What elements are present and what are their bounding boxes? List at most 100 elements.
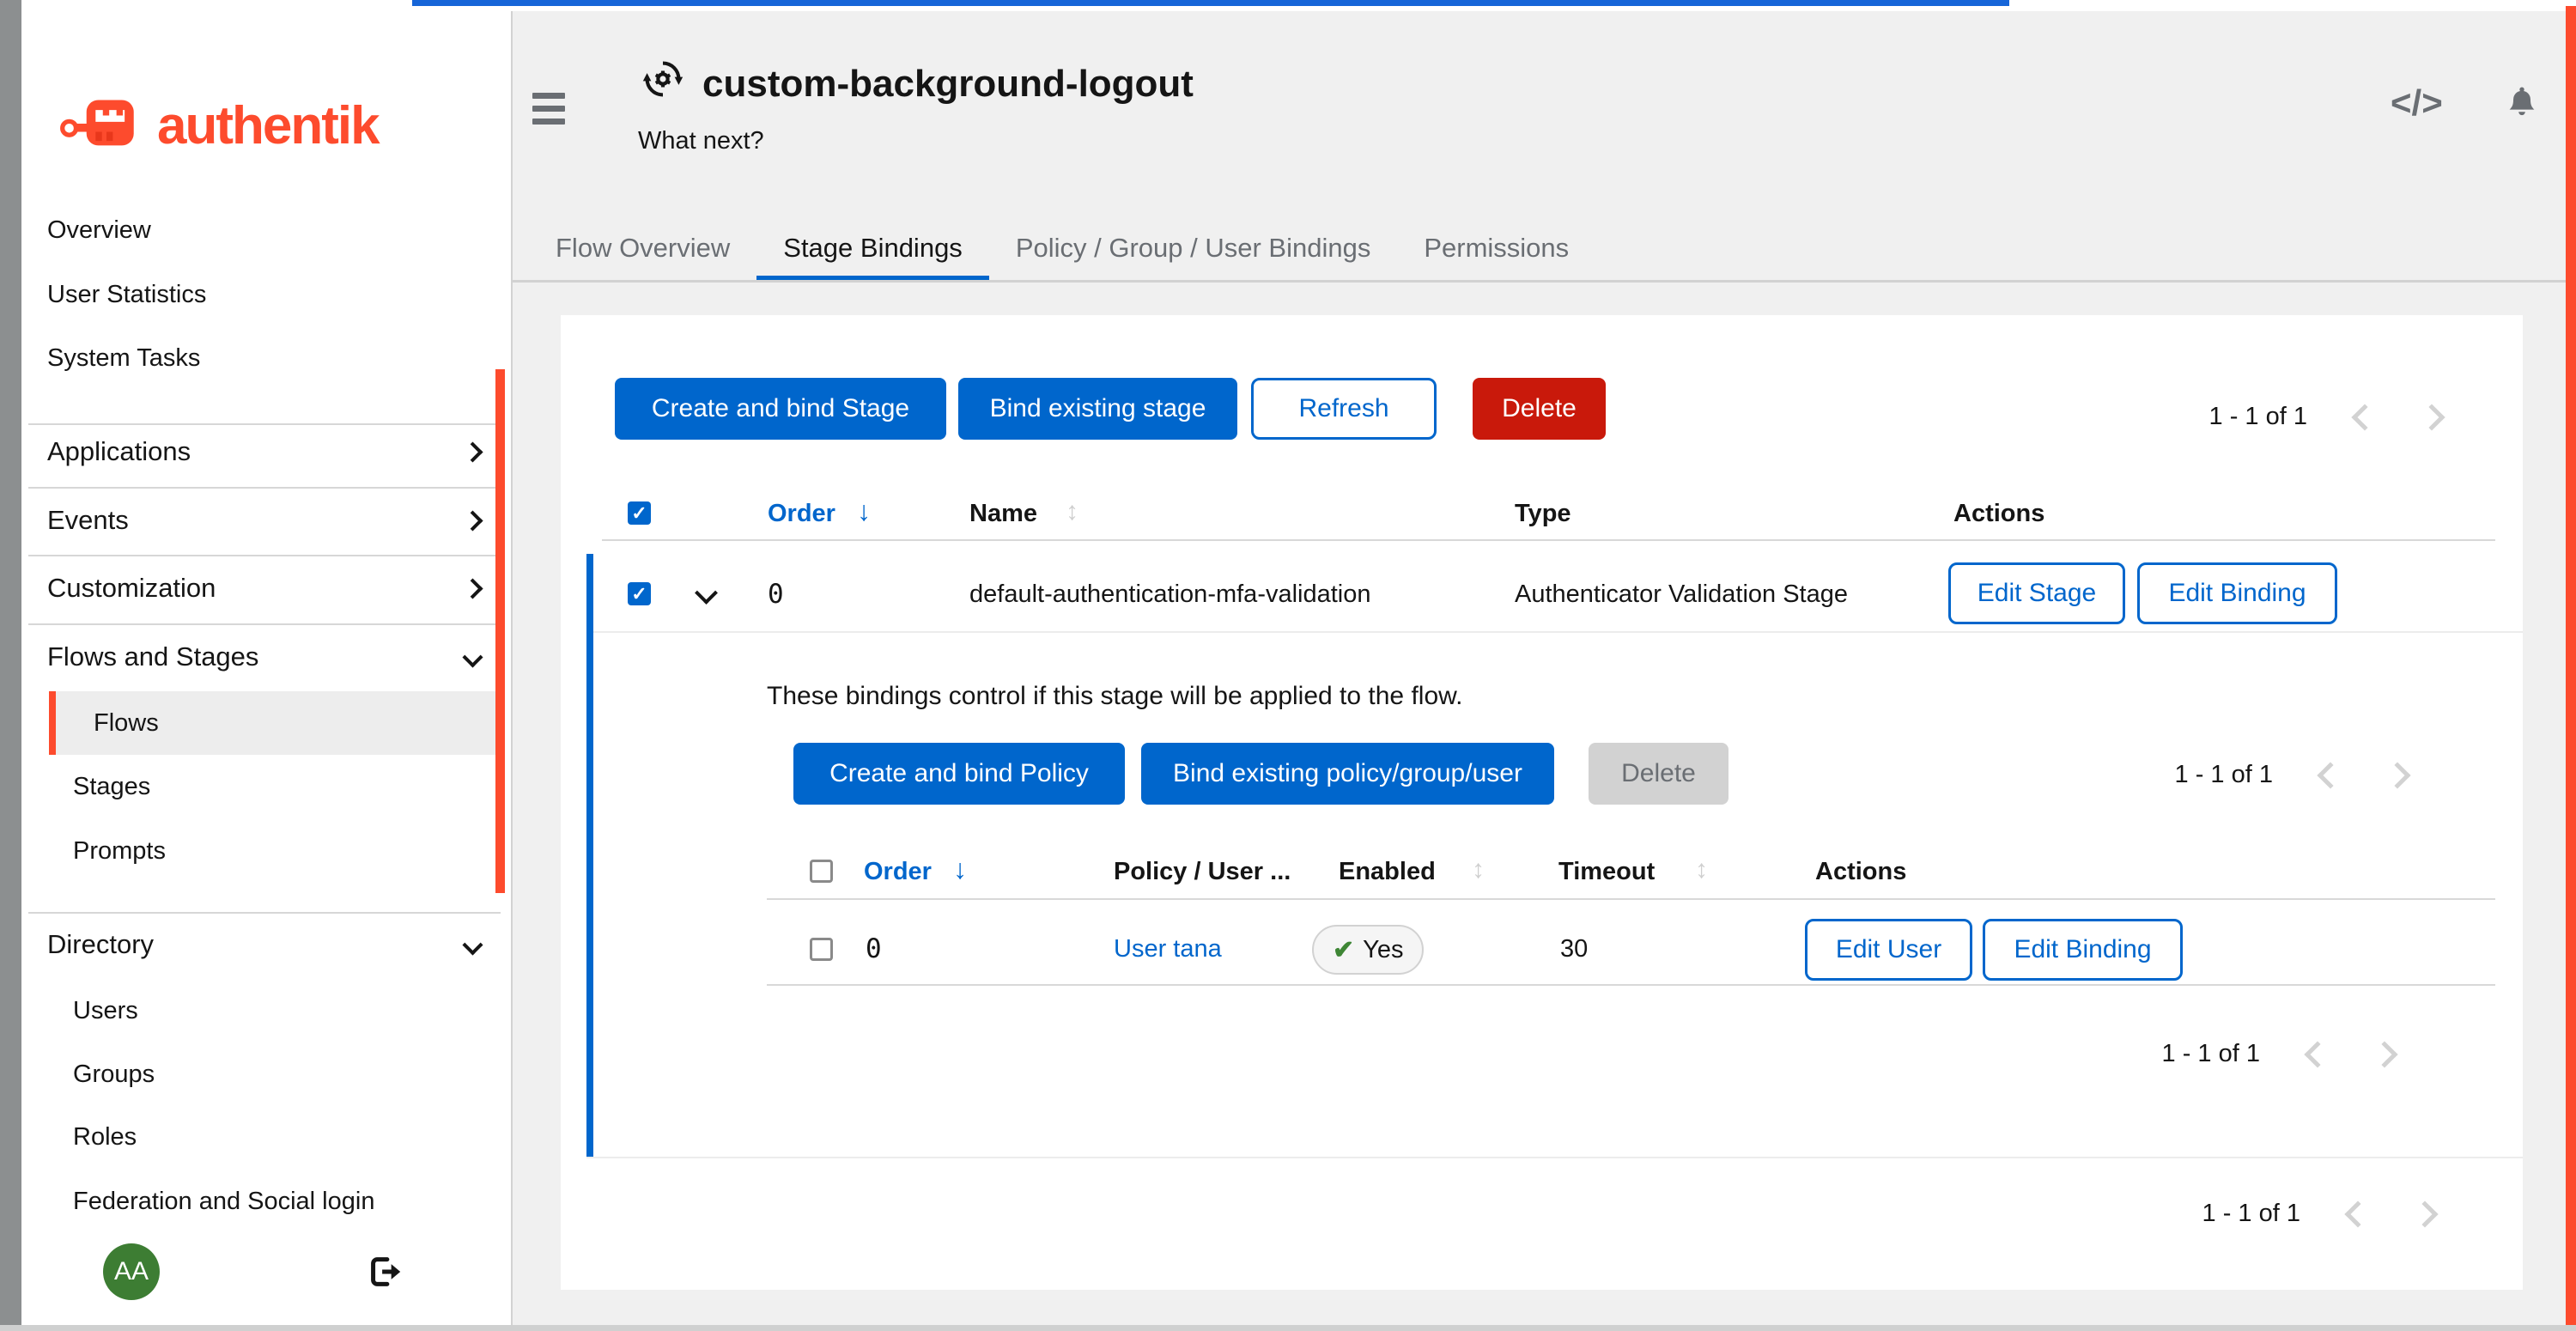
enabled-badge-label: Yes: [1363, 936, 1403, 964]
avatar[interactable]: AA: [103, 1243, 160, 1300]
sidebar-item-label: Flows: [94, 709, 159, 738]
bell-icon[interactable]: [2502, 80, 2542, 127]
cell-order: 0: [768, 579, 784, 610]
create-and-bind-policy-button[interactable]: Create and bind Policy: [793, 743, 1125, 805]
pagination-prev-icon[interactable]: [2317, 762, 2343, 788]
sidebar-group-label: Directory: [47, 929, 154, 960]
edit-binding-button[interactable]: Edit Binding: [2137, 562, 2337, 624]
pagination-label: 1 - 1 of 1: [2209, 403, 2307, 431]
authentik-logo-icon: [59, 90, 154, 161]
row-checkbox[interactable]: ✓: [628, 582, 651, 605]
sidebar-item-label: Federation and Social login: [73, 1188, 374, 1216]
pagination-nested-top: 1 - 1 of 1: [2175, 761, 2407, 789]
sidebar-group-applications[interactable]: Applications: [21, 417, 513, 486]
collapse-row-icon[interactable]: [695, 581, 718, 605]
pagination-next-icon[interactable]: [2418, 404, 2445, 430]
divider: [767, 898, 2495, 900]
sidebar-group-directory[interactable]: Directory: [21, 910, 513, 979]
sidebar-group-label: Applications: [47, 436, 191, 467]
sidebar-group-events[interactable]: Events: [21, 486, 513, 555]
sidebar-item-label: Overview: [47, 216, 151, 245]
sort-icon[interactable]: ↕: [1066, 497, 1078, 526]
pagination-label: 1 - 1 of 1: [2202, 1200, 2300, 1228]
sidebar-item-users[interactable]: Users: [21, 979, 513, 1042]
sidebar-item-groups[interactable]: Groups: [21, 1042, 513, 1106]
tab-permissions[interactable]: Permissions: [1397, 215, 1595, 282]
chevron-down-icon: [462, 934, 483, 955]
sort-icon[interactable]: ↕: [1472, 855, 1485, 884]
column-header-order[interactable]: Order: [864, 858, 932, 886]
edit-binding-button[interactable]: Edit Binding: [1983, 919, 2183, 981]
sidebar-item-flows[interactable]: Flows: [49, 691, 505, 755]
tab-stage-bindings[interactable]: Stage Bindings: [756, 215, 989, 282]
column-header-type: Type: [1515, 500, 1571, 528]
refresh-button[interactable]: Refresh: [1251, 378, 1437, 440]
pagination-next-icon[interactable]: [2411, 1200, 2438, 1227]
sidebar-group-flows-and-stages[interactable]: Flows and Stages: [21, 623, 513, 691]
stage-bindings-card: Create and bind Stage Bind existing stag…: [561, 315, 2523, 1290]
sort-icon[interactable]: ↕: [1695, 855, 1708, 884]
tab-policy-group-user-bindings[interactable]: Policy / Group / User Bindings: [989, 215, 1398, 282]
column-header-enabled[interactable]: Enabled: [1339, 858, 1436, 886]
column-header-timeout[interactable]: Timeout: [1558, 858, 1655, 886]
cell-order: 0: [866, 933, 882, 964]
edit-user-button[interactable]: Edit User: [1805, 919, 1972, 981]
policy-user-link[interactable]: User tana: [1114, 935, 1222, 963]
sort-descending-icon[interactable]: ↓: [857, 495, 871, 527]
create-and-bind-stage-button[interactable]: Create and bind Stage: [615, 378, 946, 440]
sort-descending-icon[interactable]: ↓: [953, 854, 967, 885]
column-header-order[interactable]: Order: [768, 500, 835, 528]
sidebar-item-label: Prompts: [73, 837, 166, 866]
pagination-prev-icon[interactable]: [2351, 404, 2378, 430]
cell-type: Authenticator Validation Stage: [1515, 580, 1848, 609]
column-header-actions: Actions: [1815, 858, 1906, 886]
sidebar-item-label: User Statistics: [47, 281, 206, 309]
row-checkbox[interactable]: [810, 938, 833, 961]
bind-existing-stage-button[interactable]: Bind existing stage: [958, 378, 1237, 440]
column-header-name[interactable]: Name: [969, 500, 1037, 528]
sidebar-item-stages[interactable]: Stages: [21, 755, 513, 818]
enabled-badge: ✔ Yes: [1312, 925, 1424, 975]
sidebar-item-federation-social-login[interactable]: Federation and Social login: [21, 1170, 513, 1233]
divider: [767, 984, 2495, 986]
tab-flow-overview[interactable]: Flow Overview: [529, 215, 756, 282]
menu-icon[interactable]: [532, 93, 565, 125]
sidebar-item-overview[interactable]: Overview: [21, 198, 513, 262]
pagination-next-icon[interactable]: [2371, 1041, 2397, 1067]
main-scrollbar[interactable]: [2566, 6, 2576, 1331]
cell-name: default-authentication-mfa-validation: [969, 580, 1371, 609]
page-title: custom-background-logout: [702, 63, 1194, 106]
sidebar-scrollbar[interactable]: [495, 369, 505, 893]
delete-button[interactable]: Delete: [1473, 378, 1606, 440]
expanded-row-indicator: [586, 554, 593, 1158]
select-all-checkbox[interactable]: ✓: [628, 501, 651, 525]
authentik-logo: authentik: [59, 90, 379, 161]
select-all-checkbox[interactable]: [810, 860, 833, 883]
column-header-actions: Actions: [1953, 500, 2044, 528]
avatar-initials: AA: [114, 1257, 149, 1286]
sidebar-item-prompts[interactable]: Prompts: [21, 819, 513, 883]
main-area: custom-background-logout What next? </> …: [513, 11, 2566, 1331]
sidebar: authentik Overview User Statistics Syste…: [21, 11, 513, 1325]
bind-existing-policy-group-user-button[interactable]: Bind existing policy/group/user: [1141, 743, 1554, 805]
delete-policy-button-disabled[interactable]: Delete: [1589, 743, 1728, 805]
api-code-icon[interactable]: </>: [2391, 82, 2443, 124]
pagination-prev-icon[interactable]: [2304, 1041, 2330, 1067]
sidebar-item-roles[interactable]: Roles: [21, 1105, 513, 1169]
logout-icon[interactable]: [365, 1252, 404, 1296]
pagination-prev-icon[interactable]: [2344, 1200, 2371, 1227]
pagination-next-icon[interactable]: [2384, 762, 2410, 788]
sidebar-group-customization[interactable]: Customization: [21, 554, 513, 623]
edit-stage-button[interactable]: Edit Stage: [1948, 562, 2125, 624]
top-accent-bar: [412, 0, 2009, 6]
chevron-right-icon: [462, 441, 483, 462]
cell-timeout: 30: [1560, 935, 1588, 963]
window-left-edge: [0, 0, 21, 1331]
app-window: authentik Overview User Statistics Syste…: [0, 0, 2576, 1331]
sidebar-item-user-statistics[interactable]: User Statistics: [21, 263, 513, 326]
sidebar-item-label: Roles: [73, 1123, 137, 1152]
divider: [513, 280, 2566, 283]
sidebar-item-label: Stages: [73, 773, 150, 801]
sidebar-item-system-tasks[interactable]: System Tasks: [21, 326, 513, 390]
sidebar-item-label: Groups: [73, 1061, 155, 1089]
